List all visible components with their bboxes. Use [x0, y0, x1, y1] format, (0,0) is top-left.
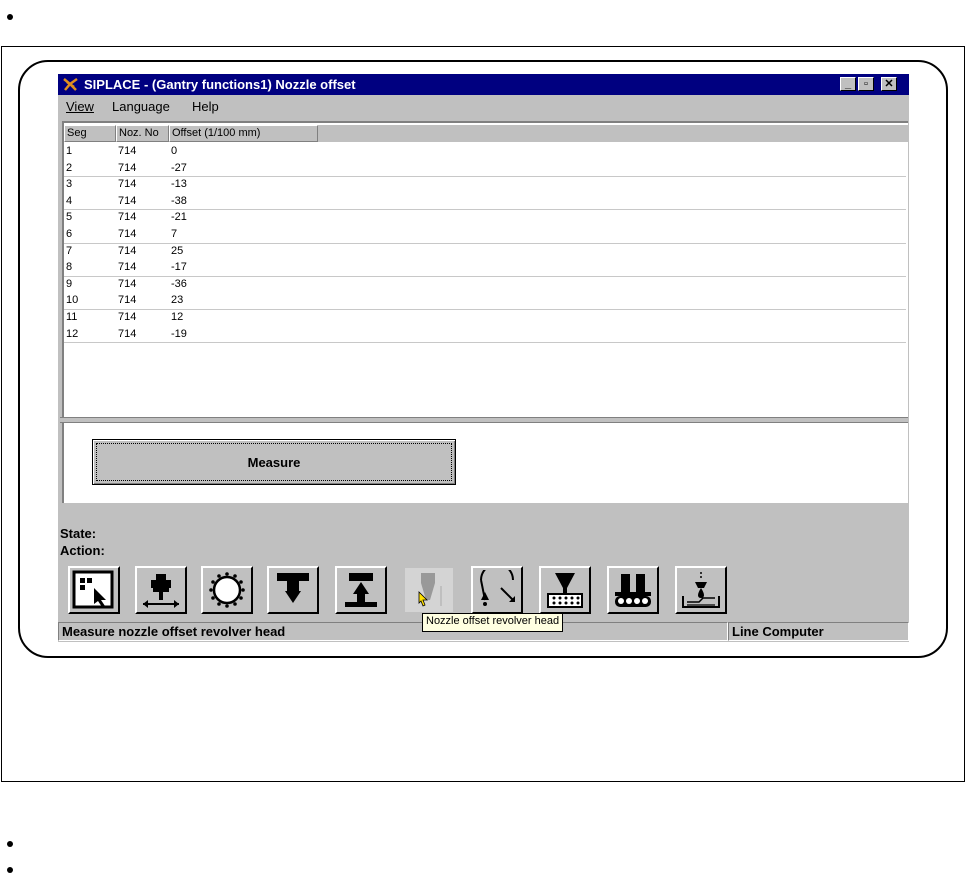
action-label: Action: [60, 543, 105, 558]
tooltip: Nozzle offset revolver head [422, 613, 564, 632]
cell-nozzle-no: 714 [118, 311, 137, 323]
window-title: SIPLACE - (Gantry functions1) Nozzle off… [84, 77, 356, 92]
dip-fluid-icon[interactable] [675, 566, 727, 614]
nozzle-tray-icon[interactable] [539, 566, 591, 614]
cell-seg: 4 [66, 194, 73, 207]
cell-nozzle-no: 714 [118, 211, 137, 224]
table-row[interactable]: 4 714 -38 [64, 193, 906, 209]
cell-seg: 9 [66, 277, 73, 290]
toolbar [58, 561, 909, 617]
state-label: State: [60, 526, 97, 541]
cell-seg: 6 [66, 228, 73, 240]
cell-seg: 2 [66, 161, 73, 174]
bullet-2 [7, 841, 13, 847]
cell-seg: 3 [66, 178, 73, 191]
menu-view[interactable]: View [66, 99, 94, 114]
cell-nozzle-no: 714 [118, 145, 137, 157]
cell-nozzle-no: 714 [118, 244, 137, 257]
cell-seg: 12 [66, 327, 79, 340]
table-row[interactable]: 12 714 -19 [64, 326, 906, 342]
column-header-seg[interactable]: Seg [64, 125, 116, 142]
select-arrow-icon[interactable] [68, 566, 120, 614]
status-mode: Line Computer [728, 622, 909, 641]
conveyor-icon[interactable] [607, 566, 659, 614]
cell-offset: -36 [171, 277, 187, 290]
menu-bar: View Language Help [58, 95, 909, 117]
bullet-1 [7, 14, 13, 20]
nozzle-offset-icon[interactable] [403, 566, 455, 614]
table-row[interactable]: 9 714 -36 [64, 276, 906, 292]
cell-offset: -13 [171, 178, 187, 191]
table-row[interactable]: 10 714 23 [64, 292, 906, 308]
cell-offset: -21 [171, 211, 187, 224]
column-header-nozzle-no[interactable]: Noz. No [116, 125, 169, 142]
cell-nozzle-no: 714 [118, 277, 137, 290]
cell-nozzle-no: 714 [118, 261, 137, 274]
focus-rect [96, 443, 452, 481]
cell-nozzle-no: 714 [118, 327, 137, 340]
title-bar[interactable]: SIPLACE - (Gantry functions1) Nozzle off… [58, 74, 909, 95]
cell-offset: -19 [171, 327, 187, 340]
gantry-move-icon[interactable] [135, 566, 187, 614]
menu-language[interactable]: Language [112, 99, 170, 114]
minimize-button[interactable]: _ [840, 77, 856, 91]
cell-nozzle-no: 714 [118, 294, 137, 307]
cell-offset: 23 [171, 294, 184, 307]
menu-help[interactable]: Help [192, 99, 219, 114]
cell-offset: -27 [171, 161, 187, 174]
place-down-icon[interactable] [267, 566, 319, 614]
row-separator [64, 342, 906, 344]
cell-nozzle-no: 714 [118, 161, 137, 174]
bullet-3 [7, 867, 13, 873]
table-row[interactable]: 7 714 25 [64, 243, 906, 259]
close-button[interactable]: ✕ [881, 77, 897, 91]
cell-offset: -17 [171, 261, 187, 274]
cell-offset: 12 [171, 311, 184, 323]
cell-offset: 0 [171, 145, 178, 157]
table-row[interactable]: 3 714 -13 [64, 176, 906, 192]
siplace-logo-icon [62, 76, 80, 93]
cell-nozzle-no: 714 [118, 194, 137, 207]
revolver-rotate-icon[interactable] [471, 566, 523, 614]
cell-seg: 11 [66, 311, 78, 323]
cell-seg: 1 [66, 145, 73, 157]
cell-seg: 10 [66, 294, 79, 307]
table-row[interactable]: 5 714 -21 [64, 209, 906, 225]
nozzle-offset-table[interactable]: Seg Noz. No Offset (1/100 mm) 1 714 0 2 714 -… [62, 121, 908, 417]
app-window: SIPLACE - (Gantry functions1) Nozzle off… [58, 74, 909, 642]
revolver-head-icon[interactable] [201, 566, 253, 614]
cell-nozzle-no: 714 [118, 178, 137, 191]
measure-panel: Measure [62, 423, 908, 503]
cell-nozzle-no: 714 [118, 228, 137, 240]
cell-offset: 7 [171, 228, 178, 240]
cell-seg: 5 [66, 211, 73, 224]
table-row[interactable]: 2 714 -27 [64, 160, 906, 176]
table-row[interactable]: 8 714 -17 [64, 259, 906, 275]
pickup-up-icon[interactable] [335, 566, 387, 614]
table-row[interactable]: 1 714 0 [64, 143, 906, 159]
cell-seg: 8 [66, 261, 73, 274]
table-row[interactable]: 11 714 12 [64, 309, 906, 325]
status-message: Measure nozzle offset revolver head [58, 622, 728, 641]
cell-offset: 25 [171, 244, 184, 257]
cell-seg: 7 [66, 244, 73, 257]
restore-button[interactable]: ▫ [858, 77, 874, 91]
measure-button[interactable]: Measure [92, 439, 456, 485]
column-header-offset[interactable]: Offset (1/100 mm) [169, 125, 318, 142]
header-filler [318, 125, 908, 142]
table-row[interactable]: 6 714 7 [64, 226, 906, 242]
cell-offset: -38 [171, 194, 187, 207]
